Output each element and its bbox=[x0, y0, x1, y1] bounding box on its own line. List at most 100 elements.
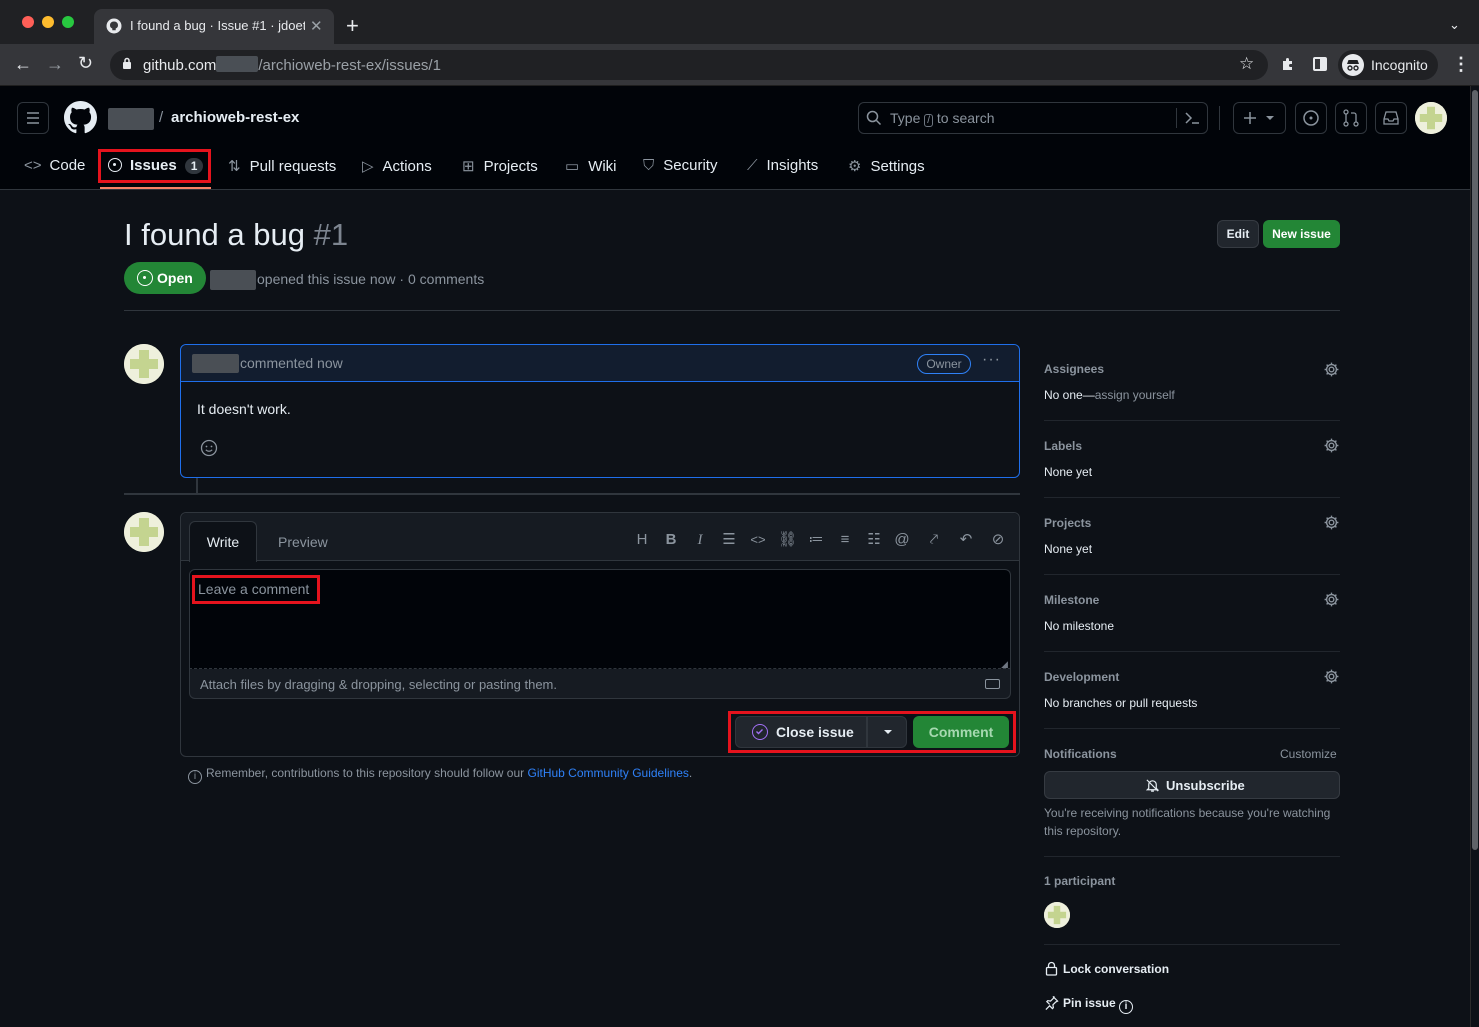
comment-author-avatar[interactable] bbox=[124, 344, 164, 384]
issue-opened-icon bbox=[137, 270, 153, 286]
add-reaction-icon[interactable] bbox=[200, 439, 218, 457]
close-issue-button[interactable]: Close issue bbox=[735, 716, 867, 748]
active-tab-underline bbox=[100, 187, 211, 189]
command-palette-icon[interactable] bbox=[1184, 110, 1200, 126]
link-icon[interactable]: ⛓ bbox=[778, 531, 797, 549]
tab-wiki[interactable]: ▭ Wiki bbox=[565, 157, 617, 175]
window-minimize-button[interactable] bbox=[42, 16, 54, 28]
new-tab-icon[interactable]: + bbox=[346, 13, 359, 39]
search-divider bbox=[1176, 108, 1177, 128]
check-circle-icon bbox=[752, 724, 768, 740]
user-avatar[interactable] bbox=[1415, 102, 1447, 134]
lock-conversation-link[interactable]: Lock conversation bbox=[1063, 962, 1169, 976]
pin-icon bbox=[1044, 995, 1059, 1010]
repo-owner-redacted[interactable] bbox=[108, 108, 154, 130]
tab-issues[interactable]: Issues 1 bbox=[108, 157, 204, 174]
tab-close-icon[interactable]: ✕ bbox=[310, 17, 323, 35]
kebab-menu-icon[interactable]: ··· bbox=[982, 351, 1001, 369]
tab-write[interactable]: Write bbox=[189, 521, 257, 562]
search-icon bbox=[866, 110, 882, 126]
info-icon: i bbox=[188, 770, 202, 784]
development-gear-icon[interactable] bbox=[1323, 668, 1340, 685]
task-list-icon[interactable]: ☷ bbox=[865, 531, 883, 549]
milestone-heading[interactable]: Milestone bbox=[1044, 593, 1099, 607]
milestone-gear-icon[interactable] bbox=[1323, 591, 1340, 608]
reload-icon[interactable]: ↻ bbox=[78, 53, 93, 74]
forward-arrow-icon[interactable]: → bbox=[46, 54, 64, 75]
close-issue-dropdown[interactable] bbox=[867, 716, 907, 748]
shield-icon: ⛉ bbox=[643, 157, 655, 174]
extensions-puzzle-icon[interactable] bbox=[1280, 56, 1296, 72]
incognito-label: Incognito bbox=[1371, 57, 1428, 73]
customize-link[interactable]: Customize bbox=[1280, 747, 1337, 761]
unsubscribe-button[interactable]: Unsubscribe bbox=[1044, 771, 1340, 799]
markdown-icon[interactable] bbox=[985, 679, 1000, 689]
comment-submit-button[interactable]: Comment bbox=[913, 716, 1009, 748]
participant-avatar[interactable] bbox=[1044, 902, 1070, 928]
edit-title-button[interactable]: Edit bbox=[1217, 220, 1259, 248]
cross-reference-icon[interactable]: ⤤ bbox=[925, 531, 943, 549]
assignees-heading[interactable]: Assignees bbox=[1044, 362, 1104, 376]
labels-heading[interactable]: Labels bbox=[1044, 439, 1082, 453]
quote-icon[interactable]: ☰ bbox=[720, 531, 738, 549]
graph-icon: ⟋ bbox=[747, 157, 758, 174]
owner-badge: Owner bbox=[917, 354, 971, 374]
bookmark-star-icon[interactable]: ☆ bbox=[1239, 54, 1254, 74]
development-heading[interactable]: Development bbox=[1044, 670, 1119, 684]
new-issue-button[interactable]: New issue bbox=[1263, 220, 1340, 248]
bell-slash-icon bbox=[1145, 778, 1160, 793]
inbox-button[interactable] bbox=[1375, 102, 1407, 134]
italic-icon[interactable]: I bbox=[691, 531, 709, 549]
table-icon: ⊞ bbox=[462, 158, 475, 175]
play-icon: ▷ bbox=[362, 158, 374, 175]
tab-code[interactable]: <> Code bbox=[24, 157, 85, 174]
projects-gear-icon[interactable] bbox=[1323, 514, 1340, 531]
window-maximize-button[interactable] bbox=[62, 16, 74, 28]
tab-settings[interactable]: ⚙ Settings bbox=[848, 157, 925, 175]
slash-commands-icon[interactable]: ⊘ bbox=[989, 531, 1007, 549]
ordered-list-icon[interactable]: ≡ bbox=[836, 531, 854, 549]
author-redacted[interactable] bbox=[210, 270, 256, 290]
back-arrow-icon[interactable]: ← bbox=[14, 54, 32, 75]
bold-icon[interactable]: B bbox=[662, 531, 680, 549]
tab-insights[interactable]: ⟋ Insights bbox=[747, 157, 818, 174]
code-icon: <> bbox=[24, 157, 42, 174]
tab-search-chevron-icon[interactable]: ⌄ bbox=[1449, 17, 1460, 33]
community-guidelines-link[interactable]: GitHub Community Guidelines bbox=[528, 766, 689, 780]
pull-requests-shortcut-button[interactable] bbox=[1335, 102, 1367, 134]
github-logo-icon[interactable] bbox=[64, 101, 97, 134]
sidebar-divider bbox=[1044, 944, 1340, 945]
issues-shortcut-button[interactable] bbox=[1295, 102, 1327, 134]
mention-icon[interactable]: @ bbox=[893, 531, 911, 549]
browser-menu-icon[interactable]: ⋮ bbox=[1452, 54, 1470, 75]
github-favicon-icon bbox=[106, 18, 122, 34]
scrollbar-thumb[interactable] bbox=[1472, 90, 1478, 850]
heading-icon[interactable]: H bbox=[633, 531, 651, 549]
hamburger-menu-button[interactable] bbox=[17, 102, 49, 134]
breadcrumb-separator: / bbox=[159, 109, 164, 126]
tab-pull-requests[interactable]: ⇅ Pull requests bbox=[228, 157, 336, 175]
assign-yourself-link[interactable]: assign yourself bbox=[1095, 388, 1175, 402]
timeline-divider bbox=[124, 493, 1020, 495]
issue-state-badge: Open bbox=[124, 262, 206, 294]
tab-actions[interactable]: ▷ Actions bbox=[362, 157, 432, 175]
labels-gear-icon[interactable] bbox=[1323, 437, 1340, 454]
tab-security[interactable]: ⛉ Security bbox=[643, 157, 717, 174]
milestone-value: No milestone bbox=[1044, 619, 1115, 633]
reply-icon[interactable]: ↶ bbox=[957, 531, 975, 549]
contribution-guidelines-note: i Remember, contributions to this reposit… bbox=[188, 766, 692, 784]
code-icon[interactable]: <> bbox=[749, 531, 767, 549]
window-close-button[interactable] bbox=[22, 16, 34, 28]
projects-heading[interactable]: Projects bbox=[1044, 516, 1091, 530]
create-new-button[interactable] bbox=[1233, 102, 1286, 134]
tab-preview[interactable]: Preview bbox=[278, 534, 328, 550]
pin-issue-link[interactable]: Pin issue i bbox=[1063, 996, 1134, 1014]
tab-projects[interactable]: ⊞ Projects bbox=[462, 157, 538, 175]
assignees-value: No one—assign yourself bbox=[1044, 388, 1175, 402]
repo-name-link[interactable]: archioweb-rest-ex bbox=[171, 109, 299, 126]
side-panel-icon[interactable] bbox=[1313, 57, 1327, 71]
unordered-list-icon[interactable]: ≔ bbox=[807, 531, 825, 549]
assignees-gear-icon[interactable] bbox=[1323, 361, 1340, 378]
url-text: github.com/archioweb-rest-ex/issues/1 bbox=[143, 56, 441, 74]
comment-author-redacted[interactable] bbox=[192, 354, 239, 373]
